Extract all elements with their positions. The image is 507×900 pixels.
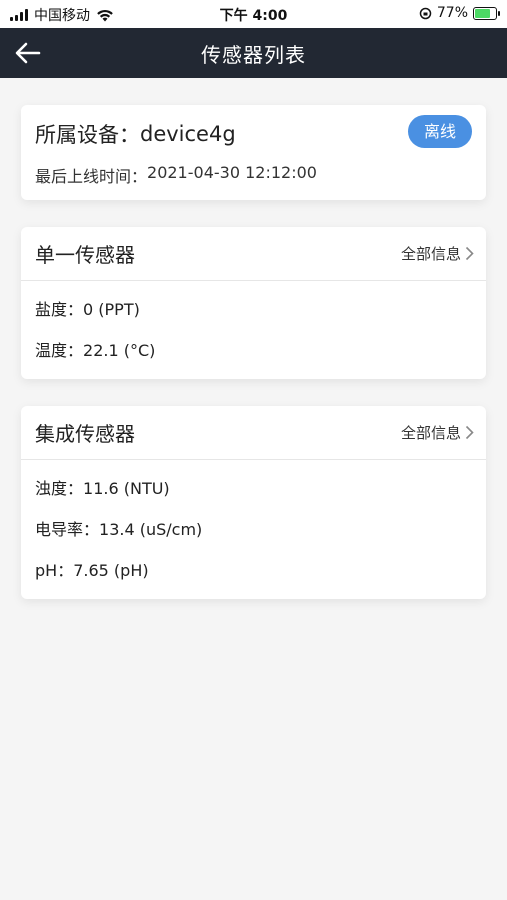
reading-ph: pH： 7.65 (pH)	[35, 550, 472, 591]
reading-salinity: 盐度： 0 (PPT)	[35, 289, 472, 330]
device-name: device4g	[140, 122, 236, 146]
arrow-left-icon	[15, 42, 41, 64]
status-badge: 离线	[407, 115, 472, 148]
reading-turbidity: 浊度： 11.6 (NTU)	[35, 468, 472, 509]
sensor-readings: 浊度： 11.6 (NTU) 电导率： 13.4 (uS/cm) pH： 7.6…	[21, 460, 486, 599]
sensor-header: 集成传感器 全部信息	[21, 406, 486, 460]
back-button[interactable]	[14, 39, 42, 67]
reading-value: 7.65 (pH)	[73, 561, 149, 580]
reading-label: 电导率：	[35, 520, 100, 539]
last-online-label: 最后上线时间：	[35, 167, 148, 186]
all-info-link[interactable]: 全部信息	[401, 243, 474, 264]
integrated-sensor-card: 集成传感器 全部信息 浊度： 11.6 (NTU) 电导率： 13.4 (uS/…	[21, 406, 486, 599]
sensor-title: 集成传感器	[35, 422, 135, 446]
page-title: 传感器列表	[201, 42, 306, 67]
device-name-row: 所属设备： device4g	[35, 119, 472, 149]
chevron-right-icon	[465, 246, 474, 261]
reading-label: pH：	[35, 561, 74, 580]
orientation-lock-icon	[419, 7, 432, 19]
all-info-label: 全部信息	[400, 424, 461, 442]
status-bar: 中国移动 下午 4:00 77%	[0, 0, 507, 28]
reading-temperature: 温度： 22.1 (°C)	[35, 330, 472, 371]
sensor-readings: 盐度： 0 (PPT) 温度： 22.1 (°C)	[21, 281, 486, 379]
reading-value: 22.1 (°C)	[83, 341, 156, 360]
nav-bar: 传感器列表	[0, 28, 507, 78]
all-info-link[interactable]: 全部信息	[401, 422, 474, 443]
battery-percent: 77%	[436, 5, 468, 21]
single-sensor-card: 单一传感器 全部信息 盐度： 0 (PPT) 温度： 22.1 (°C)	[21, 227, 486, 379]
device-card: 所属设备： device4g 离线 最后上线时间： 2021-04-30 12:…	[21, 105, 486, 200]
reading-value: 11.6 (NTU)	[83, 479, 170, 498]
sensor-header: 单一传感器 全部信息	[21, 227, 486, 281]
device-label: 所属设备：	[35, 123, 140, 147]
reading-value: 13.4 (uS/cm)	[99, 520, 203, 539]
status-right: 77%	[419, 5, 500, 21]
chevron-right-icon	[465, 425, 474, 440]
reading-label: 浊度：	[35, 479, 84, 498]
all-info-label: 全部信息	[400, 245, 461, 263]
reading-label: 温度：	[35, 341, 84, 360]
reading-conductivity: 电导率： 13.4 (uS/cm)	[35, 509, 472, 550]
reading-label: 盐度：	[35, 300, 84, 319]
last-online-value: 2021-04-30 12:12:00	[147, 163, 317, 182]
reading-value: 0 (PPT)	[83, 300, 140, 319]
last-online-row: 最后上线时间： 2021-04-30 12:12:00	[35, 163, 472, 187]
sensor-title: 单一传感器	[35, 243, 135, 267]
battery-icon	[473, 6, 500, 20]
